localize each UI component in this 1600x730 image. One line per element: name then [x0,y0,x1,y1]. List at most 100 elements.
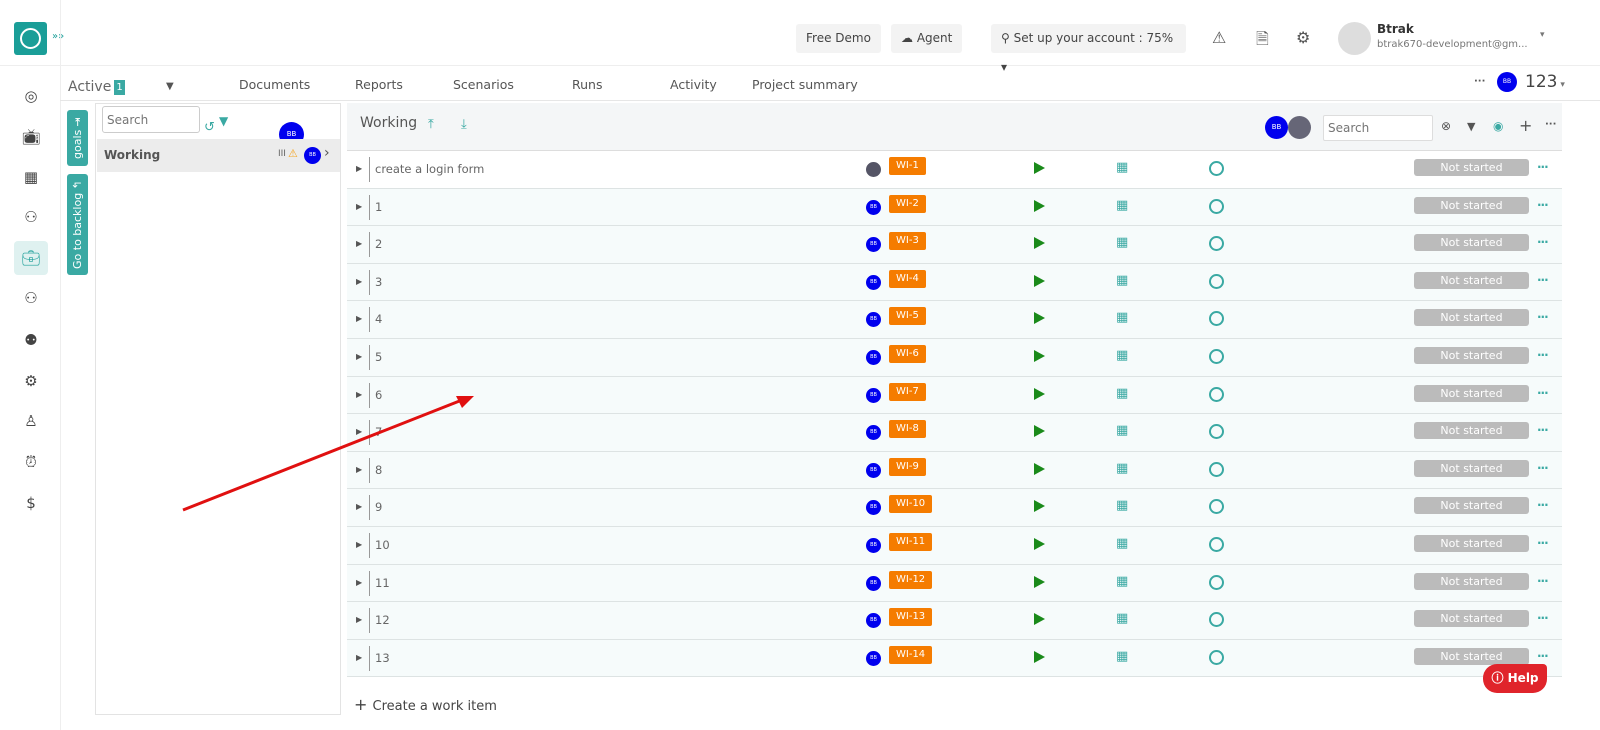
status-badge[interactable]: Not started [1414,234,1529,251]
expand-caret-icon[interactable]: ▶ [356,502,362,511]
work-item-row[interactable]: ▶ 4 BB WI-5 ▦ Not started ··· [347,301,1562,339]
work-item-id-badge[interactable]: WI-8 [889,420,926,438]
clock-icon[interactable] [1209,236,1224,251]
work-item-id-badge[interactable]: WI-2 [889,195,926,213]
assignee-avatar[interactable]: BB [866,350,881,365]
calendar-icon[interactable]: ▦ [14,160,48,194]
row-more-icon[interactable]: ··· [1537,273,1548,287]
clock-icon[interactable] [1209,537,1224,552]
calendar-edit-icon[interactable]: ▦ [1116,423,1128,438]
calendar-edit-icon[interactable]: ▦ [1116,461,1128,476]
work-item-row[interactable]: ▶ 6 BB WI-7 ▦ Not started ··· [347,377,1562,415]
start-play-icon[interactable] [1034,538,1045,550]
create-work-item-button[interactable]: + Create a work item [354,695,497,714]
add-icon[interactable]: + [1519,116,1532,135]
status-badge[interactable]: Not started [1414,497,1529,514]
start-play-icon[interactable] [1034,312,1045,324]
status-badge[interactable]: Not started [1414,309,1529,326]
status-badge[interactable]: Not started [1414,648,1529,665]
row-more-icon[interactable]: ··· [1537,310,1548,324]
assignee-avatar[interactable]: BB [1265,116,1288,139]
work-item-title[interactable]: 3 [375,275,382,289]
go-to-backlog-tab[interactable]: Go to backlog ↰ [67,174,88,275]
profile-icon[interactable]: ♙ [14,404,48,438]
clock-icon[interactable] [1209,575,1224,590]
alarm-clock-icon[interactable]: ⏰︎ [14,445,48,479]
assignee-avatar[interactable] [866,162,881,177]
work-item-title[interactable]: 2 [375,237,382,251]
calendar-edit-icon[interactable]: ▦ [1116,310,1128,325]
work-item-row[interactable]: ▶ 5 BB WI-6 ▦ Not started ··· [347,339,1562,377]
expand-caret-icon[interactable]: ▶ [356,465,362,474]
work-item-title[interactable]: 7 [375,425,382,439]
settings-icon[interactable]: ⚙ [1296,28,1310,47]
status-badge[interactable]: Not started [1414,460,1529,477]
help-button[interactable]: ⓘ Help [1483,664,1547,693]
start-play-icon[interactable] [1034,613,1045,625]
assignee-avatar[interactable]: BB [866,388,881,403]
tab-activity[interactable]: Activity [670,77,717,92]
work-item-row[interactable]: ▶ 8 BB WI-9 ▦ Not started ··· [347,452,1562,490]
work-item-row[interactable]: ▶ create a login form WI-1 ▦ Not started… [347,151,1562,189]
work-item-title[interactable]: create a login form [375,162,484,176]
goals-search-input[interactable] [102,106,200,133]
work-item-title[interactable]: 1 [375,200,382,214]
expand-caret-icon[interactable]: ▶ [356,578,362,587]
work-item-row[interactable]: ▶ 11 BB WI-12 ▦ Not started ··· [347,565,1562,603]
tab-runs[interactable]: Runs [572,77,602,92]
refresh-icon[interactable]: ↺ [204,120,215,135]
row-more-icon[interactable]: ··· [1537,160,1548,174]
assignee-avatar[interactable]: BB [866,425,881,440]
expand-caret-icon[interactable]: ▶ [356,615,362,624]
expand-sidebar-icon[interactable]: »» [52,31,64,42]
work-item-title[interactable]: 5 [375,350,382,364]
status-badge[interactable]: Not started [1414,385,1529,402]
assignee-photo-avatar[interactable] [1288,116,1311,139]
work-item-row[interactable]: ▶ 13 BB WI-14 ▦ Not started ··· [347,640,1562,678]
work-item-id-badge[interactable]: WI-4 [889,270,926,288]
app-logo[interactable] [14,22,47,55]
calendar-edit-icon[interactable]: ▦ [1116,574,1128,589]
row-more-icon[interactable]: ··· [1537,348,1548,362]
download-icon[interactable]: ⤓ [461,117,467,132]
work-item-title[interactable]: 10 [375,538,390,552]
clear-icon[interactable]: ⊗ [1441,119,1451,133]
team-icon[interactable]: ⚉ [14,323,48,357]
work-item-title[interactable]: 6 [375,388,382,402]
work-item-id-badge[interactable]: WI-11 [889,533,932,551]
start-play-icon[interactable] [1034,275,1045,287]
tab-reports[interactable]: Reports [355,77,403,92]
work-item-row[interactable]: ▶ 7 BB WI-8 ▦ Not started ··· [347,414,1562,452]
work-item-row[interactable]: ▶ 12 BB WI-13 ▦ Not started ··· [347,602,1562,640]
row-more-icon[interactable]: ··· [1537,649,1548,663]
work-item-title[interactable]: 12 [375,613,390,627]
clock-icon[interactable] [1209,462,1224,477]
tab-project-summary[interactable]: Project summary [752,77,858,92]
project-selector[interactable]: 123 ▾ [1525,72,1565,92]
expand-caret-icon[interactable]: ▶ [356,314,362,323]
more-icon[interactable]: ··· [1545,119,1556,130]
expand-caret-icon[interactable]: ▶ [356,653,362,662]
work-item-id-badge[interactable]: WI-1 [889,157,926,175]
filter-icon[interactable]: ▼ [1467,120,1475,133]
clock-icon[interactable] [1209,274,1224,289]
invoice-icon[interactable]: $ [14,486,48,520]
tv-icon[interactable]: 📺︎ [14,120,48,154]
work-item-id-badge[interactable]: WI-10 [889,495,932,513]
more-options-icon[interactable]: ··· [1474,76,1485,87]
work-item-title[interactable]: 8 [375,463,382,477]
goal-item-working[interactable]: Working III ⚠ BB › [97,139,340,172]
expand-caret-icon[interactable]: ▶ [356,277,362,286]
free-demo-button[interactable]: Free Demo [796,24,881,53]
clock-icon[interactable] [1209,199,1224,214]
calendar-edit-icon[interactable]: ▦ [1116,386,1128,401]
tab-documents[interactable]: Documents [239,77,310,92]
upload-icon[interactable]: ⤒ [428,117,434,132]
calendar-edit-icon[interactable]: ▦ [1116,198,1128,213]
clock-icon[interactable] [1209,349,1224,364]
calendar-edit-icon[interactable]: ▦ [1116,536,1128,551]
settings-gear-icon[interactable]: ⚙ [14,364,48,398]
status-badge[interactable]: Not started [1414,610,1529,627]
goals-tab[interactable]: goals ⇥ [67,110,88,166]
expand-caret-icon[interactable]: ▶ [356,390,362,399]
